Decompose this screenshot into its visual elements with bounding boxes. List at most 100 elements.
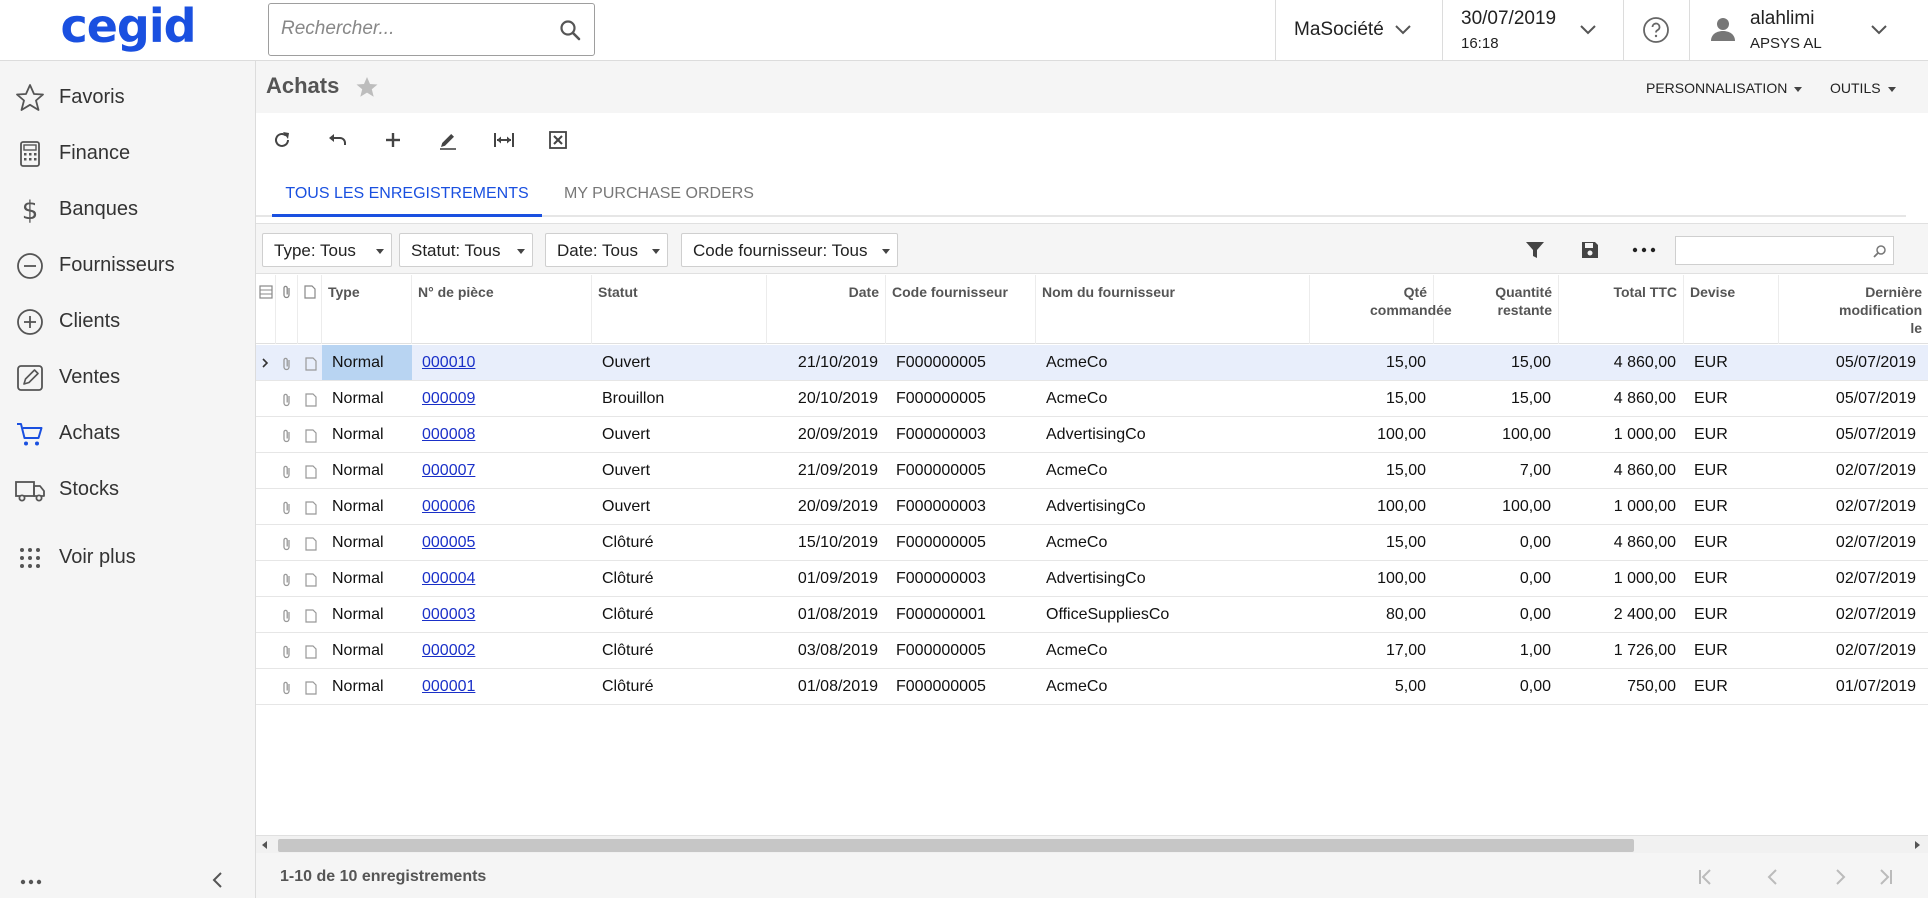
paperclip-icon[interactable] <box>281 609 293 623</box>
ellipsis-icon[interactable] <box>20 877 42 887</box>
paperclip-icon[interactable] <box>281 573 293 587</box>
table-row[interactable]: Normal 000002 Clôturé 03/08/2019 F000000005 A… <box>256 633 1928 669</box>
column-header-notes[interactable] <box>298 275 322 344</box>
chevron-left-icon[interactable] <box>210 869 226 891</box>
filter-vendor-code[interactable]: Code fournisseur: Tous <box>681 233 898 267</box>
note-icon[interactable] <box>305 573 317 587</box>
tab-my-purchase-orders[interactable]: MY PURCHASE ORDERS <box>546 171 772 217</box>
search-input[interactable] <box>281 14 541 44</box>
filter-date[interactable]: Date: Tous <box>545 233 668 267</box>
star-icon[interactable] <box>355 75 379 99</box>
order-number-link[interactable]: 000004 <box>412 561 592 596</box>
add-button[interactable] <box>376 123 410 157</box>
scroll-right-icon[interactable] <box>1912 840 1922 850</box>
table-row[interactable]: Normal 000003 Clôturé 01/08/2019 F000000001 O… <box>256 597 1928 633</box>
note-icon[interactable] <box>305 393 317 407</box>
sidebar-item-fournisseurs[interactable]: Fournisseurs <box>0 237 255 293</box>
table-row[interactable]: Normal 000004 Clôturé 01/09/2019 F000000003 A… <box>256 561 1928 597</box>
edit-button[interactable] <box>431 123 465 157</box>
refresh-button[interactable] <box>265 123 299 157</box>
column-header-type[interactable]: Type <box>322 275 412 344</box>
scrollbar-thumb[interactable] <box>278 839 1634 852</box>
sidebar-item-stocks[interactable]: Stocks <box>0 461 255 517</box>
sidebar-item-banques[interactable]: $ Banques <box>0 181 255 237</box>
table-row[interactable]: Normal 000008 Ouvert 20/09/2019 F000000003 Ad… <box>256 417 1928 453</box>
tools-menu[interactable]: OUTILS <box>1830 80 1896 96</box>
note-icon[interactable] <box>305 645 317 659</box>
table-row[interactable]: Normal 000006 Ouvert 20/09/2019 F000000003 Ad… <box>256 489 1928 525</box>
first-page-icon[interactable] <box>1695 867 1717 887</box>
column-header-currency[interactable]: Devise <box>1684 275 1779 344</box>
table-row[interactable]: Normal 000005 Clôturé 15/10/2019 F000000005 A… <box>256 525 1928 561</box>
column-header-qty-remaining[interactable]: Quantité restante <box>1434 275 1559 344</box>
search-icon[interactable] <box>1873 244 1887 258</box>
undo-button[interactable] <box>321 123 355 157</box>
column-header-attachments[interactable] <box>276 275 298 344</box>
note-icon[interactable] <box>305 501 317 515</box>
paperclip-icon[interactable] <box>281 357 293 371</box>
sidebar-item-favoris[interactable]: Favoris <box>0 69 255 125</box>
paperclip-icon[interactable] <box>281 645 293 659</box>
column-header-qty-ordered[interactable]: Qté commandée <box>1310 275 1452 344</box>
customize-menu[interactable]: PERSONNALISATION <box>1646 80 1803 96</box>
note-icon[interactable] <box>305 609 317 623</box>
save-icon[interactable] <box>1580 240 1600 260</box>
table-row[interactable]: Normal 000010 Ouvert 21/10/2019 F000000005 Ac… <box>256 345 1928 381</box>
paperclip-icon[interactable] <box>281 681 293 695</box>
order-number-link[interactable]: 000003 <box>412 597 592 632</box>
filter-type[interactable]: Type: Tous <box>262 233 392 267</box>
export-excel-button[interactable] <box>541 123 575 157</box>
previous-page-icon[interactable] <box>1762 867 1784 887</box>
sidebar-item-ventes[interactable]: Ventes <box>0 349 255 405</box>
note-icon[interactable] <box>305 537 317 551</box>
order-number-link[interactable]: 000008 <box>412 417 592 452</box>
order-number-link[interactable]: 000007 <box>412 453 592 488</box>
help-button[interactable] <box>1624 0 1689 60</box>
scroll-left-icon[interactable] <box>260 840 270 850</box>
order-number-link[interactable]: 000001 <box>412 669 592 704</box>
table-row[interactable]: Normal 000001 Clôturé 01/08/2019 F000000005 A… <box>256 669 1928 705</box>
user-menu[interactable]: alahlimi APSYS AL <box>1690 0 1928 60</box>
global-search[interactable] <box>268 3 595 56</box>
order-number-link[interactable]: 000010 <box>412 345 592 380</box>
note-icon[interactable] <box>305 681 317 695</box>
table-row[interactable]: Normal 000007 Ouvert 21/09/2019 F000000005 Ac… <box>256 453 1928 489</box>
search-icon[interactable] <box>558 18 582 42</box>
note-icon[interactable] <box>305 465 317 479</box>
sidebar-item-achats[interactable]: Achats <box>0 405 255 461</box>
fit-columns-button[interactable] <box>486 123 520 157</box>
sidebar-item-clients[interactable]: Clients <box>0 293 255 349</box>
order-number-link[interactable]: 000006 <box>412 489 592 524</box>
column-header-last-modified[interactable]: Dernière modification le <box>1779 275 1928 344</box>
grid-search-input[interactable] <box>1680 241 1860 261</box>
tab-all-records[interactable]: TOUS LES ENREGISTREMENTS <box>272 171 542 217</box>
column-header-vendor-code[interactable]: Code fournisseur <box>886 275 1036 344</box>
paperclip-icon[interactable] <box>281 393 293 407</box>
order-number-link[interactable]: 000002 <box>412 633 592 668</box>
business-date-selector[interactable]: 30/07/2019 16:18 <box>1443 0 1623 60</box>
order-number-link[interactable]: 000005 <box>412 525 592 560</box>
paperclip-icon[interactable] <box>281 537 293 551</box>
sidebar-item-finance[interactable]: Finance <box>0 125 255 181</box>
cegid-logo[interactable]: cegid <box>0 0 256 60</box>
paperclip-icon[interactable] <box>281 465 293 479</box>
sidebar-item-voir-plus[interactable]: Voir plus <box>0 529 255 585</box>
next-page-icon[interactable] <box>1829 867 1851 887</box>
column-header-number[interactable]: N° de pièce <box>412 275 592 344</box>
table-row[interactable]: Normal 000009 Brouillon 20/10/2019 F00000000… <box>256 381 1928 417</box>
note-icon[interactable] <box>305 429 317 443</box>
note-icon[interactable] <box>305 357 317 371</box>
column-header-total[interactable]: Total TTC <box>1559 275 1684 344</box>
column-header-date[interactable]: Date <box>767 275 886 344</box>
filter-icon[interactable] <box>1525 240 1545 260</box>
horizontal-scrollbar[interactable] <box>256 835 1928 853</box>
column-header-status[interactable]: Statut <box>592 275 767 344</box>
column-header-select[interactable] <box>256 275 276 344</box>
company-selector[interactable]: MaSociété <box>1276 0 1442 60</box>
last-page-icon[interactable] <box>1874 867 1896 887</box>
grid-search[interactable] <box>1675 236 1894 265</box>
paperclip-icon[interactable] <box>281 429 293 443</box>
order-number-link[interactable]: 000009 <box>412 381 592 416</box>
filter-status[interactable]: Statut: Tous <box>399 233 533 267</box>
paperclip-icon[interactable] <box>281 501 293 515</box>
